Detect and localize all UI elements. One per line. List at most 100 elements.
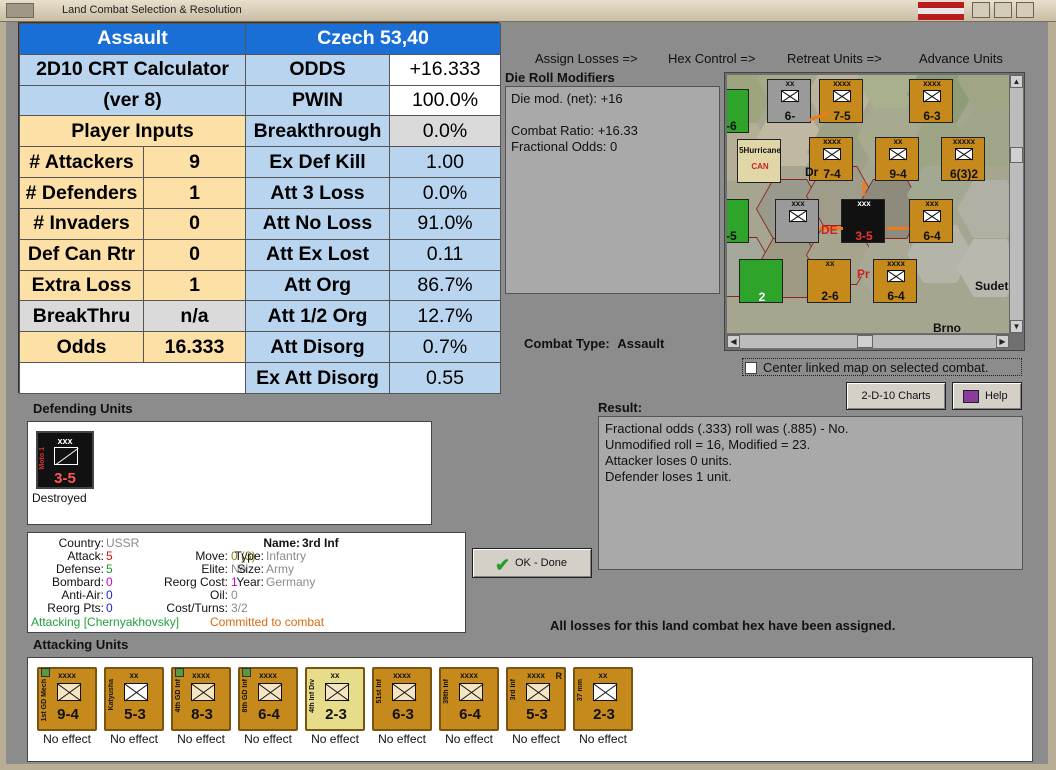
counter-strength: 6-4 <box>258 706 280 723</box>
attacking-unit-status: No effect <box>378 732 426 746</box>
land-combat-window: Land Combat Selection & Resolution Assau… <box>0 0 1056 770</box>
info-label: Attack: <box>67 549 104 563</box>
attacking-unit-counter[interactable]: xxxx R 3rd Inf 5-3 <box>506 667 566 731</box>
infantry-icon <box>325 683 349 701</box>
book-icon <box>963 390 979 403</box>
attacking-unit-counter[interactable]: xxxx 39th Inf 6-4 <box>439 667 499 731</box>
info-label: Reorg Pts: <box>47 601 104 615</box>
crt-input-value[interactable]: 9 <box>142 146 247 179</box>
scroll-up-icon[interactable]: ▲ <box>1010 75 1023 88</box>
center-linked-map-label: Center linked map on selected combat. <box>763 360 989 375</box>
tab-hex-control[interactable]: Hex Control => <box>668 51 755 66</box>
attacking-unit-counter[interactable]: xxxx 8th GD Inf 6-4 <box>238 667 298 731</box>
linked-map: 5-6 xx 6- xxxx7-5 xxxx6-3 5HurricaneCAN x… <box>724 72 1025 351</box>
counter-strength: 6-3 <box>392 706 414 723</box>
map-counter[interactable]: xxx 6-4 <box>909 199 953 243</box>
crt-result-value: 100.0% <box>389 84 502 117</box>
tab-advance-units[interactable]: Advance Units <box>919 51 1003 66</box>
window-frame-bottom <box>0 764 1056 770</box>
scroll-left-icon[interactable]: ◀ <box>727 335 740 348</box>
maximize-icon[interactable] <box>994 2 1012 18</box>
attacking-unit-status: No effect <box>43 732 91 746</box>
close-icon[interactable] <box>1016 2 1034 18</box>
attacking-unit-status: No effect <box>579 732 627 746</box>
die-roll-modifiers-box[interactable]: Die mod. (net): +16 Combat Ratio: +16.33… <box>505 86 720 294</box>
map-counter[interactable]: xxxx 6-4 <box>873 259 917 303</box>
info-country: USSR <box>106 536 140 550</box>
infantry-icon <box>781 90 799 102</box>
info-label: Elite: <box>201 562 228 576</box>
crt-result-label: Att Org <box>245 269 391 302</box>
crt-input-value[interactable]: 0 <box>142 238 247 271</box>
system-menu-icon[interactable] <box>6 3 34 18</box>
map-counter[interactable]: 5-6 <box>727 89 749 133</box>
map-counter[interactable]: xxx <box>775 199 819 243</box>
help-button[interactable]: Help <box>952 382 1022 410</box>
defending-unit-counter[interactable]: xxx Moto 1 3-5 <box>36 431 94 489</box>
crt-input-value[interactable]: 0 <box>142 207 247 240</box>
map-vertical-scrollbar[interactable]: ▲ ▼ <box>1009 75 1023 333</box>
crt-result-value: 0.55 <box>389 362 502 394</box>
crt-result-value: 0.7% <box>389 331 502 364</box>
map-counter[interactable]: 5-5 <box>727 199 749 243</box>
crt-input-value: n/a <box>142 300 247 333</box>
reserve-marker: R <box>555 671 563 681</box>
title-bar[interactable]: Land Combat Selection & Resolution <box>0 0 1056 22</box>
crt-input-label: Odds <box>19 331 144 364</box>
info-label: Country: <box>58 536 104 550</box>
attacking-unit-counter[interactable]: xxxx 4th GD Inf 8-3 <box>171 667 231 731</box>
attacking-unit-counter[interactable]: xx 4th Inf Div 2-3 <box>305 667 365 731</box>
crt-empty-cell <box>18 362 247 394</box>
map-counter-aircraft[interactable]: 5Hurricane CAN <box>737 139 781 183</box>
counter-size: xx <box>893 137 903 146</box>
info-label: Cost/Turns: <box>166 601 228 615</box>
map-counter[interactable]: xxxx 7-5 <box>819 79 863 123</box>
attacking-unit-counter[interactable]: xx 37 mm 2-3 <box>573 667 633 731</box>
scroll-down-icon[interactable]: ▼ <box>1010 320 1023 333</box>
crt-calculator: Assault Czech 53,40 2D10 CRT Calculator … <box>18 22 502 394</box>
crt-input-label: # Attackers <box>19 146 144 179</box>
map-counter[interactable]: 2 <box>739 259 783 304</box>
result-box[interactable]: Fractional odds (.333) roll was (.885) -… <box>598 416 1023 570</box>
map-counter[interactable]: xxxx 6-3 <box>909 79 953 123</box>
checkbox-icon[interactable] <box>745 362 757 374</box>
info-cost: 3/2 <box>231 601 248 615</box>
infantry-icon <box>258 683 282 701</box>
map-view[interactable]: 5-6 xx 6- xxxx7-5 xxxx6-3 5HurricaneCAN x… <box>727 75 1009 333</box>
defending-units-panel: xxx Moto 1 3-5 Destroyed <box>27 421 432 525</box>
center-linked-map-checkbox[interactable]: Center linked map on selected combat. <box>742 358 1022 376</box>
infantry-icon <box>887 270 905 282</box>
tab-assign-losses[interactable]: Assign Losses => <box>535 51 638 66</box>
counter-strength: 6- <box>784 109 796 123</box>
counter-strength: 2 <box>758 290 766 304</box>
map-counter[interactable]: xx 6- <box>767 79 811 123</box>
result-line: Unmodified roll = 16, Modified = 23. <box>605 437 811 452</box>
ok-done-button[interactable]: ✔ OK - Done <box>472 548 592 578</box>
combat-type: Combat Type: Assault <box>524 336 664 351</box>
charts-button[interactable]: 2-D-10 Charts <box>846 382 946 410</box>
map-label-brno: Brno <box>933 321 961 333</box>
attacking-unit-counter[interactable]: xx Katyusha 5-3 <box>104 667 164 731</box>
crt-result-label: Att Ex Lost <box>245 238 391 271</box>
crt-input-value[interactable]: 1 <box>142 177 247 209</box>
info-label: Size: <box>237 562 264 576</box>
attacking-units-panel: xxxx 1st GD Mech 9-4 No effect xx Katyus… <box>27 657 1033 762</box>
scroll-thumb[interactable] <box>1010 147 1023 163</box>
combat-type-value: Assault <box>617 336 665 351</box>
map-counter[interactable]: xx 9-4 <box>875 137 919 181</box>
scroll-right-icon[interactable]: ▶ <box>996 335 1009 348</box>
map-counter-selected[interactable]: xxx 3-5 <box>841 199 885 243</box>
tab-retreat-units[interactable]: Retreat Units => <box>787 51 882 66</box>
infantry-icon <box>833 90 851 102</box>
map-counter[interactable]: xx 2-6 <box>807 259 851 303</box>
map-horizontal-scrollbar[interactable]: ◀ ▶ <box>727 334 1009 348</box>
attacking-unit-counter[interactable]: xxxx 51st Inf 6-3 <box>372 667 432 731</box>
minimize-icon[interactable] <box>972 2 990 18</box>
counter-size: xx <box>785 79 795 88</box>
crt-input-value[interactable]: 1 <box>142 269 247 302</box>
scroll-thumb[interactable] <box>857 335 873 348</box>
map-counter[interactable]: xxxxx 6(3)2 <box>941 137 985 181</box>
counter-strength: 6(3)2 <box>949 167 978 181</box>
counter-strength: 5-5 <box>727 229 737 243</box>
attacking-unit-counter[interactable]: xxxx 1st GD Mech 9-4 <box>37 667 97 731</box>
